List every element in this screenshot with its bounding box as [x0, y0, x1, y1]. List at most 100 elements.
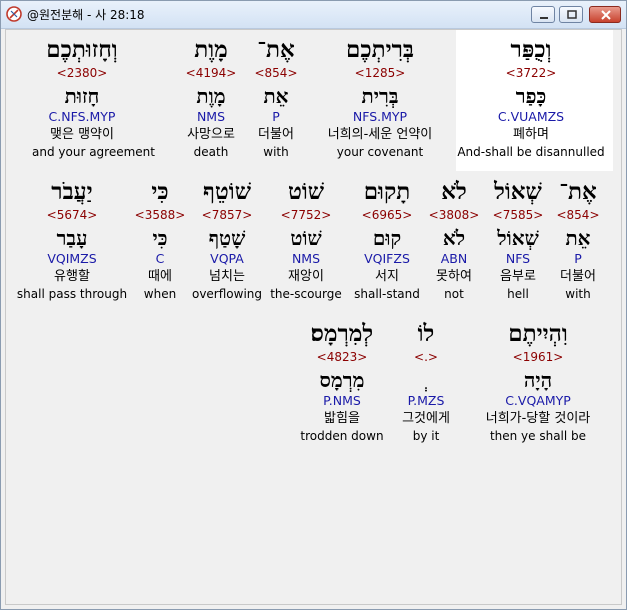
parsing-code: NFS.MYP: [352, 109, 408, 124]
hebrew-word: לוֹ: [417, 320, 435, 347]
english-gloss: not: [444, 287, 464, 301]
close-button[interactable]: [589, 6, 621, 23]
parsing-code: NMS: [196, 109, 226, 124]
strong-number: <4194>: [185, 66, 237, 80]
english-gloss: trodden down: [300, 429, 384, 443]
hebrew-word: אֶת־: [559, 178, 597, 205]
hebrew-word: אֶת־: [257, 36, 295, 63]
parsing-code: ABN: [440, 251, 468, 266]
minimize-button[interactable]: [531, 6, 555, 23]
korean-gloss: 못하여: [436, 269, 472, 284]
word-column[interactable]: שׁוֹט <7752> שׁוֹט NMS 재앙이 the-scourge: [266, 178, 346, 301]
strong-number: <2380>: [56, 66, 108, 80]
parsing-code: NFS: [505, 251, 531, 266]
app-logo-icon: [6, 6, 22, 22]
title-bar[interactable]: @원전분해 - 사 28:18: [1, 1, 626, 29]
parsing-code: P.NMS: [323, 393, 361, 408]
lexical-form: שׁוֹט: [290, 226, 322, 250]
word-column[interactable]: בְּרִיתְכֶם <1285> בְּרִית NFS.MYP 너희의-세운 언약…: [310, 36, 450, 159]
word-column[interactable]: וִהְיִיתֶם <1961> הָיָה C.VQAMYP 너희가-당할 것이라 t…: [468, 320, 608, 443]
word-column[interactable]: לְמִרְמָס׃ <4823> מִרְמָס P.NMS 밟힘을 trodden d…: [292, 320, 392, 443]
lexical-form: אֵת: [565, 226, 591, 250]
hebrew-word: וְחָזוּתְכֶם: [46, 36, 118, 63]
close-icon: [601, 10, 611, 20]
strong-number: <854>: [254, 66, 298, 80]
parsing-code: VQIFZS: [364, 251, 410, 266]
parsing-code: C.VUAMZS: [497, 109, 565, 124]
strong-number: <5674>: [46, 208, 98, 222]
window-title: @원전분해 - 사 28:18: [27, 8, 145, 22]
english-gloss: the-scourge: [270, 287, 342, 301]
strong-number: <.>: [414, 350, 438, 364]
hebrew-word: וִהְיִיתֶם: [508, 320, 568, 347]
word-column[interactable]: יַעֲבֹר <5674> עָבַר VQIMZS 유행할 shall pass th…: [12, 178, 132, 301]
word-column[interactable]: תָקוּם <6965> קוּם VQIFZS 서지 shall-stand: [352, 178, 422, 301]
hebrew-word: יַעֲבֹר: [51, 178, 93, 205]
parsing-code: C.VQAMYP: [505, 393, 571, 408]
strong-number: <7857>: [201, 208, 253, 222]
parsing-code: NMS: [291, 251, 321, 266]
lexical-form: אֵת: [263, 84, 289, 108]
english-gloss: shall pass through: [16, 287, 128, 301]
korean-gloss: 넘치는: [209, 269, 245, 284]
hebrew-word: תָקוּם: [363, 178, 411, 205]
korean-gloss: 음부로: [500, 269, 536, 284]
hebrew-word: לְמִרְמָס׃: [310, 320, 374, 347]
word-column[interactable]: אֶת־ <854> אֵת P 더불어 with: [548, 178, 608, 301]
minimize-icon: [540, 17, 548, 19]
english-gloss: with: [565, 287, 591, 301]
strong-number: <854>: [556, 208, 600, 222]
lexical-form: בְּרִית: [361, 84, 399, 108]
korean-gloss: 그것에게: [402, 411, 450, 426]
lexical-form: ְ: [386, 368, 466, 392]
korean-gloss: 재앙이: [288, 269, 324, 284]
parsing-code: P: [574, 251, 582, 266]
strong-number: <3588>: [134, 208, 186, 222]
maximize-button[interactable]: [559, 6, 583, 23]
word-column[interactable]: אֶת־ <854> אֵת P 더불어 with: [246, 36, 306, 159]
hebrew-word: כִּי: [151, 178, 169, 205]
maximize-icon: [567, 10, 577, 19]
lexical-form: עָבַר: [56, 226, 88, 250]
strong-number: <1285>: [354, 66, 406, 80]
korean-gloss: 때에: [148, 269, 172, 284]
english-gloss: hell: [507, 287, 529, 301]
parsing-code: P: [272, 109, 280, 124]
strong-number: <3808>: [428, 208, 480, 222]
lexical-form: מָוֶת: [196, 84, 226, 108]
hebrew-word: לֹא: [441, 178, 467, 205]
english-gloss: by it: [412, 429, 440, 443]
english-gloss: shall-stand: [354, 287, 420, 301]
english-gloss: when: [143, 287, 177, 301]
english-gloss: And-shall be disannulled: [457, 145, 605, 159]
strong-number: <3722>: [505, 66, 557, 80]
lexical-form: לֹא: [442, 226, 466, 250]
korean-gloss: 너희가-당할 것이라: [485, 411, 591, 426]
word-column[interactable]: וְכֻפַּר <3722> כָּפַר C.VUAMZS 폐하며 And-shall…: [451, 36, 611, 159]
hebrew-word: שׁוֹטֵף: [203, 178, 251, 205]
korean-gloss: 너희의-세운 언약이: [327, 127, 433, 142]
word-column[interactable]: מָוֶת <4194> מָוֶת NMS 사망으로 death: [181, 36, 241, 159]
korean-gloss: 밟힘을: [324, 411, 360, 426]
word-column[interactable]: וְחָזוּתְכֶם <2380> חָזוּת C.NFS.MYP 맺은 맹약이 a…: [32, 36, 155, 159]
korean-gloss: 더불어: [560, 269, 596, 284]
korean-gloss: 더불어: [258, 127, 294, 142]
english-gloss: and your agreement: [32, 145, 155, 159]
korean-gloss: 서지: [375, 269, 399, 284]
strong-number: <7585>: [492, 208, 544, 222]
word-column[interactable]: שְׁאוֹל <7585> שְׁאוֹל NFS 음부로 hell: [488, 178, 548, 301]
lexical-form: שָׁטַף: [208, 226, 246, 250]
korean-gloss: 사망으로: [187, 127, 235, 142]
word-column[interactable]: שׁוֹטֵף <7857> שָׁטַף VQPA 넘치는 overflowing: [182, 178, 272, 301]
word-column[interactable]: לֹא <3808> לֹא ABN 못하여 not: [424, 178, 484, 301]
hebrew-word: מָוֶת: [194, 36, 228, 63]
english-gloss: death: [193, 145, 229, 159]
word-column[interactable]: לוֹ <.>ְP.MZS 그것에게 by it: [386, 320, 466, 443]
lexical-form: קוּם: [372, 226, 402, 250]
parsing-code: C.NFS.MYP: [48, 109, 116, 124]
word-column[interactable]: כִּי <3588> כִּי C 때에 when: [130, 178, 190, 301]
english-gloss: overflowing: [191, 287, 263, 301]
parsing-code: VQPA: [210, 251, 244, 266]
korean-gloss: 폐하며: [513, 127, 549, 142]
hebrew-word: שׁוֹט: [287, 178, 325, 205]
